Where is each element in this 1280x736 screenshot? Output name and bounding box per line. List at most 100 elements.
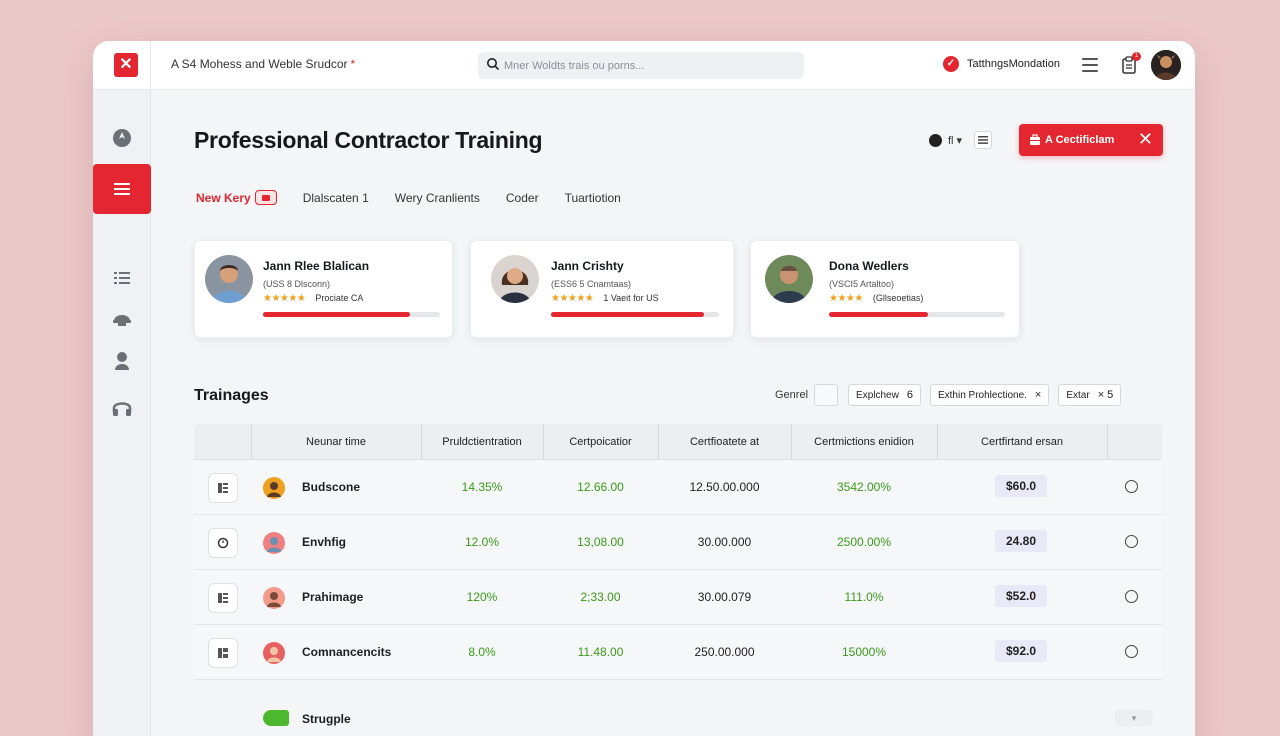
table-row[interactable]: Comnancencits 8.0% 11.48.00 250.00.000 1… [194, 625, 1162, 680]
column-header[interactable]: Certpoicatior [543, 424, 658, 460]
cell-value: 3542.00% [836, 480, 892, 494]
compass-icon [113, 129, 131, 147]
row-radio[interactable] [1125, 535, 1138, 548]
row-radio[interactable] [1125, 480, 1138, 493]
amount-badge: $92.0 [995, 640, 1047, 662]
cell-value: 30.00.000 [697, 535, 752, 549]
sidebar-item-helmet[interactable] [93, 297, 151, 337]
tab-label: Coder [505, 190, 539, 205]
trainer-meta: (Gllseoetias) [872, 293, 924, 303]
column-header[interactable]: Certfirtand ersan [937, 424, 1107, 460]
avatar-image [1151, 50, 1181, 80]
menu-icon [114, 183, 130, 195]
column-header[interactable]: Certmictions enidion [791, 424, 937, 460]
filter-chip[interactable]: Explchew 6 [848, 384, 921, 406]
trainer-card[interactable]: Jann Crishty (ESS6 5 Cnamtaas) ★★★★★ 1 Va… [470, 240, 734, 338]
cell-value: 13,08.00 [577, 535, 624, 549]
category-avatar [263, 587, 285, 609]
cell-value: 12.0% [464, 535, 500, 549]
trainer-photo [765, 255, 813, 303]
globe-icon[interactable] [929, 133, 942, 147]
headset-icon [112, 402, 132, 416]
progress-bar [829, 312, 1005, 317]
stars-text: ★★★★★ [551, 293, 594, 304]
cell-value: 120% [466, 590, 498, 604]
filter-chip[interactable]: Extar × 5 [1058, 384, 1122, 406]
person-icon [115, 352, 129, 370]
add-certification-button[interactable]: A Cectificlam ✕ [1019, 124, 1163, 156]
grid-icon[interactable] [208, 638, 238, 668]
cell-value: 250.00.000 [694, 645, 755, 659]
trainer-card[interactable]: Jann Rlee Blalican (USS 8 Dlsconn) ★★★★★… [194, 240, 453, 338]
filter-icon-button[interactable] [814, 384, 839, 406]
tab-dialscaten[interactable]: Dlalscaten 1 [303, 191, 369, 205]
progress-fill [263, 312, 410, 317]
document-icon[interactable] [208, 583, 238, 613]
tab-label: Wery Cranlients [394, 190, 480, 205]
sidebar-item-headset[interactable] [93, 388, 151, 428]
trainages-table: Neunar time Pruldctientration Certpoicat… [194, 424, 1162, 680]
rating-stars: ★★★★★ 1 Vaeit for US [551, 293, 659, 304]
row-radio[interactable] [1125, 590, 1138, 603]
row-dropdown-control[interactable]: ▾ [1115, 710, 1153, 726]
row-name: Budscone [302, 480, 361, 494]
document-icon[interactable] [208, 473, 238, 503]
chip-remove-icon[interactable]: × 5 [1098, 389, 1114, 401]
user-avatar[interactable] [1151, 50, 1181, 80]
hamburger-menu-icon[interactable] [1082, 58, 1098, 72]
briefcase-icon [1030, 134, 1040, 145]
status-indicator[interactable]: ✓ TatthngsMondation [943, 56, 1060, 72]
rating-stars: ★★★★★ Prociate CA [263, 293, 363, 304]
row-radio[interactable] [1125, 645, 1138, 658]
search-icon [487, 58, 500, 71]
tab-bar: New Kery Dlalscaten 1 Wery Cranlients Co… [196, 190, 647, 205]
title-mark: * [350, 57, 356, 71]
chip-label: Explchew [856, 389, 899, 401]
cell-value: 14.35% [461, 480, 503, 494]
table-row[interactable]: Envhfig 12.0% 13,08.00 30.00.000 2500.00… [194, 515, 1162, 570]
trainer-meta: 1 Vaeit for US [603, 293, 659, 303]
column-header[interactable]: Neunar time [251, 424, 421, 460]
sidebar-item-menu[interactable] [93, 164, 151, 214]
trainer-photo [205, 255, 253, 303]
progress-bar [263, 312, 440, 317]
language-selector[interactable]: fl ▾ [948, 134, 962, 147]
cell-value: 11.48.00 [577, 645, 624, 659]
filter-chip[interactable]: Exthin Prohlectione. × [929, 384, 1050, 406]
view-toggle-button[interactable] [974, 131, 993, 149]
trainer-photo [491, 255, 539, 303]
app-logo-icon[interactable]: ✕ [114, 53, 138, 77]
page-title: Professional Contractor Training [194, 127, 543, 153]
status-label: TatthngsMondation [967, 58, 1060, 70]
chip-label: Extar [1066, 389, 1090, 401]
tab-new-key[interactable]: New Kery [196, 190, 277, 205]
close-icon[interactable]: ✕ [1138, 129, 1153, 149]
list-view-icon [978, 136, 989, 144]
sidebar [93, 90, 151, 736]
clock-icon[interactable] [208, 528, 238, 558]
stars-text: ★★★★ [829, 293, 863, 304]
tab-wery-cranlients[interactable]: Wery Cranlients [395, 191, 480, 205]
trainer-name: Jann Rlee Blalican [263, 259, 370, 273]
tab-label: New Kery [196, 190, 251, 205]
chip-suffix: 6 [906, 389, 913, 401]
sidebar-item-list[interactable] [93, 258, 151, 298]
table-row[interactable]: Prahimage 120% 2;33.00 30.00.079 111.0% … [194, 570, 1162, 625]
cell-value: 111.0% [844, 590, 884, 604]
table-row[interactable]: Budscone 14.35% 12.66.00 12.50.00.000 35… [194, 460, 1162, 515]
chip-remove-icon[interactable]: × [1035, 389, 1041, 401]
trainer-role: (USS 8 Dlsconn) [263, 279, 331, 289]
sidebar-item-person[interactable] [93, 341, 151, 381]
app-title-text: A S4 Mohess and Weble Srudcor [171, 57, 348, 71]
tab-tuartiotion[interactable]: Tuartiotion [565, 191, 621, 205]
table-row-partial[interactable]: Strugple ▾ [194, 701, 1162, 736]
column-header[interactable]: Certfioatete at [658, 424, 791, 460]
search-box[interactable] [478, 52, 804, 79]
trainer-role: (VSCI5 Artaltoo) [829, 279, 895, 289]
column-header[interactable]: Pruldctientration [421, 424, 543, 460]
trainer-card[interactable]: Dona Wedlers (VSCI5 Artaltoo) ★★★★ (Gllse… [750, 240, 1020, 338]
search-input[interactable] [504, 52, 794, 79]
notification-badge: 1 [1132, 52, 1141, 61]
tab-coder[interactable]: Coder [506, 191, 539, 205]
sidebar-item-compass[interactable] [93, 118, 151, 158]
